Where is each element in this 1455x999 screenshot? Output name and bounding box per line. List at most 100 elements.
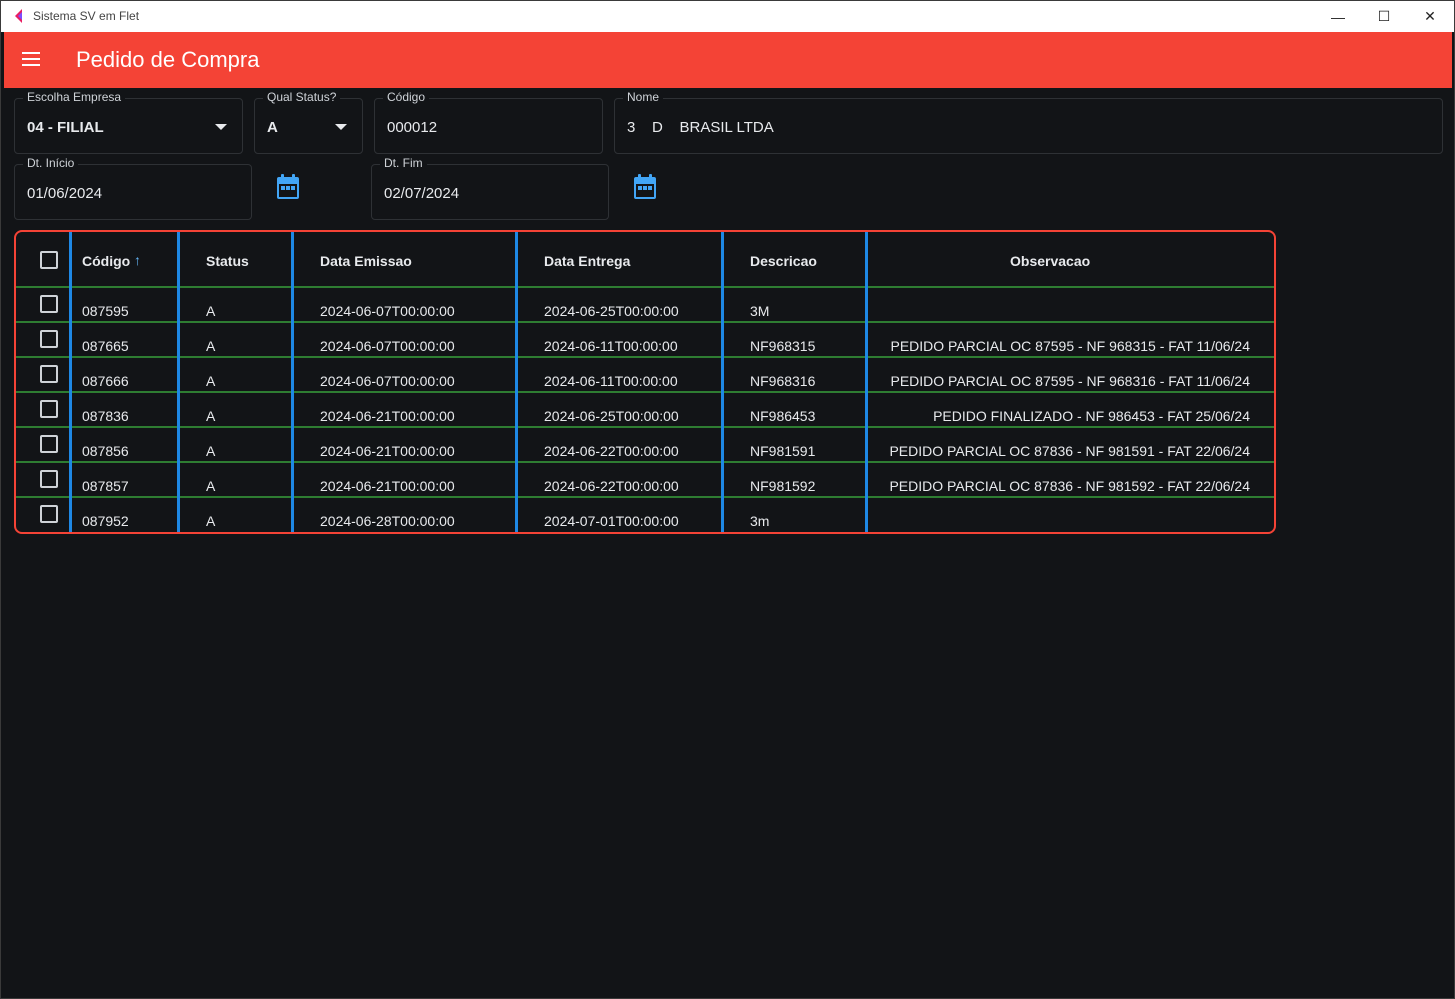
cell-data-emissao: 2024-06-07T00:00:00 — [320, 338, 455, 354]
cell-codigo: 087952 — [82, 513, 129, 529]
status-dropdown[interactable]: Qual Status? A — [254, 90, 363, 154]
calendar-icon[interactable] — [276, 174, 300, 200]
cell-descricao: NF981592 — [750, 478, 816, 494]
cell-descricao: 3m — [750, 513, 770, 529]
table-row[interactable]: 087856 A 2024-06-21T00:00:00 2024-06-22T00:… — [16, 428, 1274, 463]
status-value: A — [267, 119, 278, 136]
cell-observacao: PEDIDO PARCIAL OC 87595 - NF 968315 - FA… — [890, 338, 1250, 354]
cell-data-emissao: 2024-06-21T00:00:00 — [320, 478, 455, 494]
cell-descricao: NF981591 — [750, 443, 816, 459]
column-header-descricao[interactable]: Descricao — [750, 253, 817, 269]
dt-fim-label: Dt. Fim — [380, 156, 427, 170]
select-all-checkbox[interactable] — [40, 251, 58, 269]
cell-data-entrega: 2024-06-11T00:00:00 — [544, 338, 678, 354]
empresa-dropdown[interactable]: Escolha Empresa 04 - FILIAL — [14, 90, 243, 154]
cell-status: A — [206, 408, 216, 424]
cell-data-entrega: 2024-06-11T00:00:00 — [544, 373, 678, 389]
cell-codigo: 087665 — [82, 338, 129, 354]
nome-label: Nome — [623, 90, 664, 104]
row-checkbox[interactable] — [40, 505, 58, 523]
cell-observacao: PEDIDO PARCIAL OC 87595 - NF 968316 - FA… — [890, 373, 1250, 389]
status-label: Qual Status? — [263, 90, 341, 104]
column-divider — [69, 232, 72, 532]
table-row[interactable]: 087952 A 2024-06-28T00:00:00 2024-07-01T00:… — [16, 498, 1274, 532]
column-header-data-entrega[interactable]: Data Entrega — [544, 253, 630, 269]
column-divider — [515, 232, 518, 532]
table-row[interactable]: 087665 A 2024-06-07T00:00:00 2024-06-11T00:… — [16, 323, 1274, 358]
row-checkbox[interactable] — [40, 470, 58, 488]
cell-status: A — [206, 338, 216, 354]
cell-data-emissao: 2024-06-21T00:00:00 — [320, 408, 455, 424]
cell-data-emissao: 2024-06-07T00:00:00 — [320, 303, 455, 319]
chevron-down-icon — [215, 124, 227, 130]
app-window: Sistema SV em Flet — ☐ ✕ Pedido de Compr… — [0, 0, 1455, 999]
menu-icon[interactable] — [22, 52, 42, 68]
column-divider — [177, 232, 180, 532]
column-header-data-emissao[interactable]: Data Emissao — [320, 253, 412, 269]
cell-descricao: 3M — [750, 303, 770, 319]
empresa-value: 04 - FILIAL — [27, 119, 104, 136]
window-title: Sistema SV em Flet — [33, 9, 140, 23]
column-divider — [291, 232, 294, 532]
cell-data-entrega: 2024-07-01T00:00:00 — [544, 513, 679, 529]
cell-status: A — [206, 443, 216, 459]
page-title: Pedido de Compra — [76, 47, 260, 72]
column-header-status[interactable]: Status — [206, 253, 249, 269]
codigo-value: 000012 — [387, 119, 438, 136]
sort-ascending-icon[interactable]: ↑ — [134, 252, 141, 268]
dt-inicio-label: Dt. Início — [23, 156, 79, 170]
codigo-field[interactable]: Código 000012 — [374, 90, 603, 154]
row-checkbox[interactable] — [40, 400, 58, 418]
column-divider — [721, 232, 724, 532]
table-row[interactable]: 087857 A 2024-06-21T00:00:00 2024-06-22T00:… — [16, 463, 1274, 498]
orders-table: Código ↑ Status Data Emissao Data Entreg… — [14, 230, 1276, 534]
column-header-codigo[interactable]: Código — [82, 253, 130, 269]
cell-status: A — [206, 478, 216, 494]
minimize-icon: — — [1331, 8, 1345, 25]
row-checkbox[interactable] — [40, 295, 58, 313]
codigo-label: Código — [383, 90, 430, 104]
row-checkbox[interactable] — [40, 435, 58, 453]
dt-fim-field[interactable]: Dt. Fim 02/07/2024 — [371, 156, 609, 220]
cell-status: A — [206, 303, 216, 319]
cell-observacao: PEDIDO FINALIZADO - NF 986453 - FAT 25/0… — [933, 408, 1250, 424]
table-row[interactable]: 087836 A 2024-06-21T00:00:00 2024-06-25T00:… — [16, 393, 1274, 428]
close-icon: ✕ — [1424, 8, 1436, 24]
cell-descricao: NF986453 — [750, 408, 816, 424]
row-checkbox[interactable] — [40, 365, 58, 383]
cell-observacao: PEDIDO PARCIAL OC 87836 - NF 981591 - FA… — [889, 443, 1250, 459]
maximize-button[interactable]: ☐ — [1361, 1, 1407, 32]
column-divider — [865, 232, 868, 532]
calendar-icon[interactable] — [633, 174, 657, 200]
minimize-button[interactable]: — — [1315, 1, 1361, 32]
dt-inicio-field[interactable]: Dt. Início 01/06/2024 — [14, 156, 252, 220]
close-button[interactable]: ✕ — [1407, 1, 1453, 32]
column-header-observacao[interactable]: Observacao — [1010, 253, 1090, 269]
cell-status: A — [206, 513, 216, 529]
table-row[interactable]: 087595 A 2024-06-07T00:00:00 2024-06-25T00:… — [16, 288, 1274, 323]
chevron-down-icon — [335, 124, 347, 130]
empresa-label: Escolha Empresa — [23, 90, 126, 104]
cell-codigo: 087857 — [82, 478, 129, 494]
cell-codigo: 087836 — [82, 408, 129, 424]
cell-data-emissao: 2024-06-28T00:00:00 — [320, 513, 455, 529]
flet-logo-icon — [15, 9, 22, 23]
cell-data-entrega: 2024-06-22T00:00:00 — [544, 443, 679, 459]
dt-fim-value: 02/07/2024 — [384, 185, 460, 202]
title-bar: Sistema SV em Flet — ☐ ✕ — [1, 1, 1454, 32]
cell-data-emissao: 2024-06-21T00:00:00 — [320, 443, 455, 459]
cell-data-entrega: 2024-06-25T00:00:00 — [544, 408, 679, 424]
cell-data-entrega: 2024-06-22T00:00:00 — [544, 478, 679, 494]
row-checkbox[interactable] — [40, 330, 58, 348]
cell-data-emissao: 2024-06-07T00:00:00 — [320, 373, 455, 389]
cell-descricao: NF968315 — [750, 338, 816, 354]
nome-field[interactable]: Nome 3 D BRASIL LTDA — [614, 90, 1443, 154]
cell-codigo: 087595 — [82, 303, 129, 319]
table-row[interactable]: 087666 A 2024-06-07T00:00:00 2024-06-11T00:… — [16, 358, 1274, 393]
cell-observacao: PEDIDO PARCIAL OC 87836 - NF 981592 - FA… — [889, 478, 1250, 494]
maximize-icon: ☐ — [1377, 8, 1391, 24]
cell-data-entrega: 2024-06-25T00:00:00 — [544, 303, 679, 319]
cell-codigo: 087856 — [82, 443, 129, 459]
cell-codigo: 087666 — [82, 373, 129, 389]
table-header: Código ↑ Status Data Emissao Data Entreg… — [16, 232, 1274, 288]
